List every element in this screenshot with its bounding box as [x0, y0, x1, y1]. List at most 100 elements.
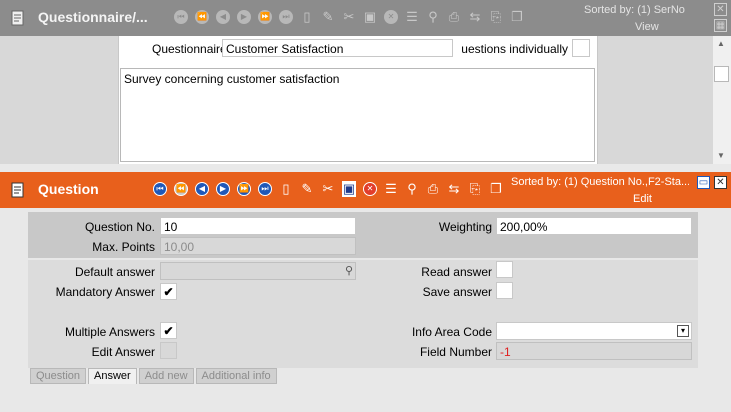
- window-icon: ▭: [698, 177, 709, 188]
- question-no-field[interactable]: 10: [160, 217, 356, 235]
- tab-answer[interactable]: Answer: [88, 368, 137, 384]
- previous-record-button[interactable]: ◀: [194, 181, 210, 197]
- save-answer-checkbox[interactable]: [496, 282, 513, 299]
- sorted-by-label: Sorted by: (1) SerNo: [584, 4, 685, 16]
- edit-mode-label: Edit: [633, 193, 652, 205]
- copy-icon: ❐: [511, 9, 523, 24]
- next-page-icon: ⏩: [258, 10, 272, 24]
- layout-button[interactable]: ▦: [714, 19, 727, 32]
- next-record-button[interactable]: ▶: [215, 181, 231, 197]
- attachment-button[interactable]: ⎘: [467, 181, 483, 197]
- edit-answer-checkbox[interactable]: [160, 342, 177, 359]
- cancel-button[interactable]: ✕: [383, 9, 399, 25]
- layout-button[interactable]: ▭: [697, 176, 710, 189]
- close-panel-button[interactable]: ✕: [714, 3, 727, 16]
- export-icon: ⇆: [469, 9, 481, 24]
- tab-add-new[interactable]: Add new: [138, 368, 194, 384]
- export-icon: ⇆: [448, 181, 460, 196]
- export-button[interactable]: ⇆: [446, 181, 462, 197]
- multiple-answers-label: Multiple Answers: [64, 325, 155, 339]
- new-document-icon: ▯: [303, 9, 311, 24]
- previous-record-icon: ◀: [216, 10, 230, 24]
- next-record-button[interactable]: ▶: [236, 9, 252, 25]
- scroll-up-icon[interactable]: ▲: [717, 39, 725, 48]
- max-points-label: Max. Points: [92, 240, 155, 254]
- next-page-button[interactable]: ⏩: [257, 9, 273, 25]
- first-record-button[interactable]: ⏮: [173, 9, 189, 25]
- questionnaire-field[interactable]: Customer Satisfaction: [222, 39, 453, 57]
- save-button[interactable]: ▣: [362, 9, 378, 25]
- field-number-label: Field Number: [419, 345, 492, 359]
- default-answer-label: Default answer: [74, 265, 155, 279]
- delete-record-button[interactable]: ✂: [320, 181, 336, 197]
- list-view-button[interactable]: ☰: [383, 181, 399, 197]
- weighting-field[interactable]: 200,00%: [496, 217, 692, 235]
- cancel-icon: ✕: [384, 10, 398, 24]
- question-icon: [10, 182, 26, 198]
- copy-button[interactable]: ❐: [488, 181, 504, 197]
- info-area-code-select[interactable]: ▾: [496, 322, 692, 340]
- list-icon: ☰: [406, 9, 418, 24]
- last-record-button[interactable]: ⏭: [257, 181, 273, 197]
- questionnaire-icon: [10, 10, 26, 26]
- last-record-icon: ⏭: [258, 182, 272, 196]
- form-tabs: Question Answer Add new Additional info: [30, 368, 277, 384]
- questions-individually-checkbox[interactable]: [572, 39, 590, 57]
- attachment-button[interactable]: ⎘: [488, 9, 504, 25]
- tab-question[interactable]: Question: [30, 368, 87, 384]
- next-record-icon: ▶: [237, 10, 251, 24]
- search-button[interactable]: ⚲: [425, 9, 441, 25]
- list-view-button[interactable]: ☰: [404, 9, 420, 25]
- delete-icon: ✂: [322, 181, 334, 196]
- export-button[interactable]: ⇆: [467, 9, 483, 25]
- next-page-button[interactable]: ⏩: [236, 181, 252, 197]
- attachment-icon: ⎘: [469, 181, 481, 196]
- question-no-label: Question No.: [84, 220, 155, 234]
- delete-record-button[interactable]: ✂: [341, 9, 357, 25]
- description-textarea[interactable]: Survey concerning customer satisfaction: [120, 68, 595, 162]
- copy-icon: ❐: [490, 181, 502, 196]
- questions-individually-label: Questions individually: [462, 42, 568, 56]
- previous-page-button[interactable]: ⏪: [173, 181, 189, 197]
- print-button[interactable]: ⎙: [446, 9, 462, 25]
- print-button[interactable]: ⎙: [425, 181, 441, 197]
- save-icon: ▣: [341, 181, 357, 197]
- questionnaire-panel-title: Questionnaire/...: [38, 9, 148, 25]
- info-area-code-label: Info Area Code: [411, 325, 492, 339]
- new-record-button[interactable]: ▯: [299, 9, 315, 25]
- edit-record-button[interactable]: ✎: [320, 9, 336, 25]
- scroll-down-icon[interactable]: ▼: [717, 151, 725, 160]
- cancel-icon: ✕: [363, 182, 377, 196]
- new-document-icon: ▯: [282, 181, 290, 196]
- previous-record-button[interactable]: ◀: [215, 9, 231, 25]
- scrollbar-thumb[interactable]: [714, 66, 729, 82]
- question-panel-title: Question: [38, 181, 99, 197]
- printer-icon: ⎙: [448, 9, 460, 24]
- dropdown-arrow-icon[interactable]: ▾: [677, 325, 689, 337]
- search-button[interactable]: ⚲: [404, 181, 420, 197]
- close-panel-button[interactable]: ✕: [714, 176, 727, 189]
- search-icon[interactable]: ⚲: [345, 264, 353, 277]
- grid-icon: ▦: [715, 20, 726, 31]
- search-icon: ⚲: [428, 9, 438, 24]
- mandatory-answer-checkbox[interactable]: ✔: [160, 283, 177, 300]
- cancel-button[interactable]: ✕: [362, 181, 378, 197]
- multiple-answers-checkbox[interactable]: ✔: [160, 322, 177, 339]
- copy-button[interactable]: ❐: [509, 9, 525, 25]
- new-record-button[interactable]: ▯: [278, 181, 294, 197]
- first-record-button[interactable]: ⏮: [152, 181, 168, 197]
- vertical-scrollbar[interactable]: ▲ ▼: [713, 36, 731, 164]
- edit-record-button[interactable]: ✎: [299, 181, 315, 197]
- read-answer-checkbox[interactable]: [496, 261, 513, 278]
- default-answer-field[interactable]: ⚲: [160, 262, 356, 280]
- previous-page-button[interactable]: ⏪: [194, 9, 210, 25]
- sorted-by-label: Sorted by: (1) Question No.,F2-Sta...: [511, 176, 689, 188]
- save-answer-label: Save answer: [422, 285, 492, 299]
- tab-additional-info[interactable]: Additional info: [195, 368, 277, 384]
- first-record-icon: ⏮: [174, 10, 188, 24]
- save-button[interactable]: ▣: [341, 181, 357, 197]
- questionnaire-toolbar: ⏮ ⏪ ◀ ▶ ⏩ ⏭ ▯ ✎ ✂ ▣ ✕ ☰ ⚲ ⎙ ⇆ ⎘ ❐: [173, 9, 525, 25]
- last-record-button[interactable]: ⏭: [278, 9, 294, 25]
- previous-record-icon: ◀: [195, 182, 209, 196]
- next-record-icon: ▶: [216, 182, 230, 196]
